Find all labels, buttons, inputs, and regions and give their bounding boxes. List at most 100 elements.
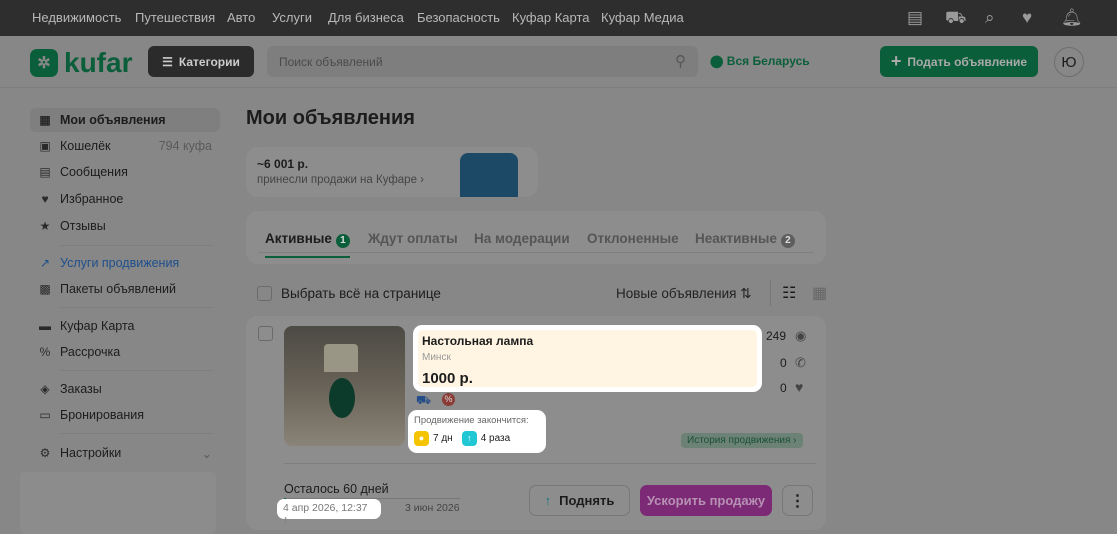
promotion-history-link[interactable]: История продвижения › xyxy=(681,433,803,448)
raise-small-icon: ↑ xyxy=(283,514,289,526)
tab-awaiting-payment[interactable]: Ждут оплаты xyxy=(368,231,458,246)
divider xyxy=(60,433,214,434)
boost-sale-button[interactable]: Ускорить продажу xyxy=(640,485,772,516)
box-icon: ◈ xyxy=(40,382,50,396)
heart-icon: ♥ xyxy=(795,379,804,395)
cart-icon[interactable]: ⛟ xyxy=(945,8,966,30)
search-input[interactable]: Поиск объявлений ⚲ xyxy=(267,46,698,77)
discount-icon: % xyxy=(442,393,455,406)
tab-rejected[interactable]: Отклоненные xyxy=(587,231,679,246)
promo-raises: 4 раза xyxy=(480,433,511,444)
topnav-link[interactable]: Недвижимость xyxy=(32,10,121,25)
gear-icon: ⚙ xyxy=(39,446,51,460)
divider xyxy=(60,245,214,246)
sidebar-item-settings[interactable]: ⚙ Настройки ⌄ xyxy=(30,441,220,465)
topnav-link[interactable]: Для бизнеса xyxy=(328,10,404,25)
sidebar-item-my-ads[interactable]: ▦ Мои объявления xyxy=(30,108,220,132)
sidebar-label: Услуги продвижения xyxy=(60,256,180,270)
calls-count: 0 xyxy=(780,356,787,370)
sidebar-label: Отзывы xyxy=(60,219,106,233)
topnav-link[interactable]: Куфар Медиа xyxy=(601,10,684,25)
logo-icon: ✲ xyxy=(30,49,58,77)
earnings-card[interactable]: ~6 001 р. принесли продажи на Куфаре › xyxy=(246,147,538,197)
listing-photo[interactable] xyxy=(284,326,405,446)
earnings-link[interactable]: принесли продажи на Куфаре › xyxy=(257,174,424,186)
sort-dropdown[interactable]: Новые объявления ⇅ xyxy=(616,286,752,302)
sidebar-item-orders[interactable]: ◈ Заказы xyxy=(30,377,220,401)
pin-icon: ⬤ xyxy=(710,54,724,68)
divider xyxy=(60,370,214,371)
sidebar-banner xyxy=(20,472,216,534)
grid-view-icon[interactable]: ▦ xyxy=(812,283,827,303)
logo[interactable]: ✲ kufar xyxy=(30,47,132,79)
promo-days: 7 дн xyxy=(433,433,453,444)
sidebar-item-promotion[interactable]: ↗ Услуги продвижения xyxy=(30,251,220,275)
sidebar-item-installments[interactable]: % Рассрочка xyxy=(30,340,220,364)
post-ad-button[interactable]: + Подать объявление xyxy=(880,46,1038,77)
remaining-days: Осталось 60 дней xyxy=(284,482,389,496)
listing-info-highlight[interactable]: Настольная лампа Минск 1000 р. xyxy=(413,325,762,392)
location-label: Вся Беларусь xyxy=(726,54,810,68)
start-date: 4 апр 2026, 12:37 xyxy=(283,502,368,514)
sidebar-item-reviews[interactable]: ★ Отзывы xyxy=(30,214,220,238)
tab-active[interactable]: Активные 1 xyxy=(265,231,350,258)
tab-count-badge: 1 xyxy=(335,234,350,248)
promotion-label: Продвижение закончится: xyxy=(414,415,529,426)
listing-city: Минск xyxy=(422,352,451,363)
avatar[interactable]: Ю xyxy=(1054,47,1084,77)
tab-moderation[interactable]: На модерации xyxy=(474,231,570,246)
page-title: Мои объявления xyxy=(246,107,415,129)
end-date: 3 июн 2026 xyxy=(405,502,460,514)
heart-icon[interactable]: ♥ xyxy=(1022,8,1032,28)
menu-icon: ☰ xyxy=(162,54,173,69)
topnav-link[interactable]: Авто xyxy=(227,10,255,25)
card-icon: ▬ xyxy=(39,319,51,333)
raise-button[interactable]: ↑ Поднять xyxy=(529,485,630,516)
package-icon: ▩ xyxy=(39,282,51,296)
plus-icon: + xyxy=(890,51,902,71)
listing-title[interactable]: Настольная лампа xyxy=(422,334,753,348)
location-selector[interactable]: ⬤ Вся Беларусь xyxy=(710,54,810,68)
sidebar-item-wallet[interactable]: ▣ Кошелёк 794 куфа xyxy=(30,134,220,158)
sidebar-item-favorites[interactable]: ♥ Избранное xyxy=(30,187,220,211)
sidebar-label: Бронирования xyxy=(60,408,145,422)
tab-label: Неактивные xyxy=(695,231,777,246)
select-all-checkbox[interactable] xyxy=(257,286,272,301)
post-ad-label: Подать объявление xyxy=(907,54,1028,69)
topnav-link[interactable]: Куфар Карта xyxy=(512,10,589,25)
chat-icon[interactable]: ▤ xyxy=(907,8,923,28)
sidebar-item-messages[interactable]: ▤ Сообщения xyxy=(30,160,220,184)
earnings-amount: ~6 001 р. xyxy=(257,157,309,171)
chevron-down-icon: ⌄ xyxy=(201,446,212,461)
list-view-icon[interactable]: ☷ xyxy=(782,283,796,303)
raise-icon: ↑ xyxy=(544,493,552,508)
saved-search-icon[interactable]: ⌕ xyxy=(985,8,995,28)
more-options-icon[interactable]: ⋮ xyxy=(782,485,813,516)
bed-icon: ▭ xyxy=(39,408,51,422)
topnav-link[interactable]: Безопасность xyxy=(417,10,500,25)
sidebar-label: Куфар Карта xyxy=(60,319,135,333)
sidebar-label: Кошелёк xyxy=(60,139,111,153)
sidebar-item-packages[interactable]: ▩ Пакеты объявлений xyxy=(30,277,220,301)
phone-icon: ✆ xyxy=(795,355,806,370)
bell-icon[interactable]: 🔔︎ xyxy=(1061,8,1083,28)
sidebar-item-bookings[interactable]: ▭ Бронирования xyxy=(30,403,220,427)
select-all-label[interactable]: Выбрать всё на странице xyxy=(281,286,441,301)
listing-checkbox[interactable] xyxy=(258,326,273,341)
top-nav-bar: Недвижимость Путешествия Авто Услуги Для… xyxy=(0,0,1117,36)
categories-button[interactable]: ☰ Категории xyxy=(148,46,254,77)
sidebar-label: Заказы xyxy=(60,382,102,396)
trend-icon: ↗ xyxy=(39,256,51,270)
tab-inactive[interactable]: Неактивные 2 xyxy=(695,231,795,248)
views-count: 249 xyxy=(766,329,787,343)
grid-icon: ▦ xyxy=(39,113,51,127)
star-icon: ★ xyxy=(39,219,51,233)
topnav-link[interactable]: Путешествия xyxy=(135,10,215,25)
topnav-link[interactable]: Услуги xyxy=(272,10,312,25)
sidebar-item-kufar-card[interactable]: ▬ Куфар Карта xyxy=(30,314,220,338)
raise-label: Поднять xyxy=(559,493,615,508)
tab-label: Активные xyxy=(265,231,332,246)
search-placeholder: Поиск объявлений xyxy=(279,55,383,69)
search-icon[interactable]: ⚲ xyxy=(675,52,686,70)
wallet-balance: 794 куфа xyxy=(158,139,212,153)
